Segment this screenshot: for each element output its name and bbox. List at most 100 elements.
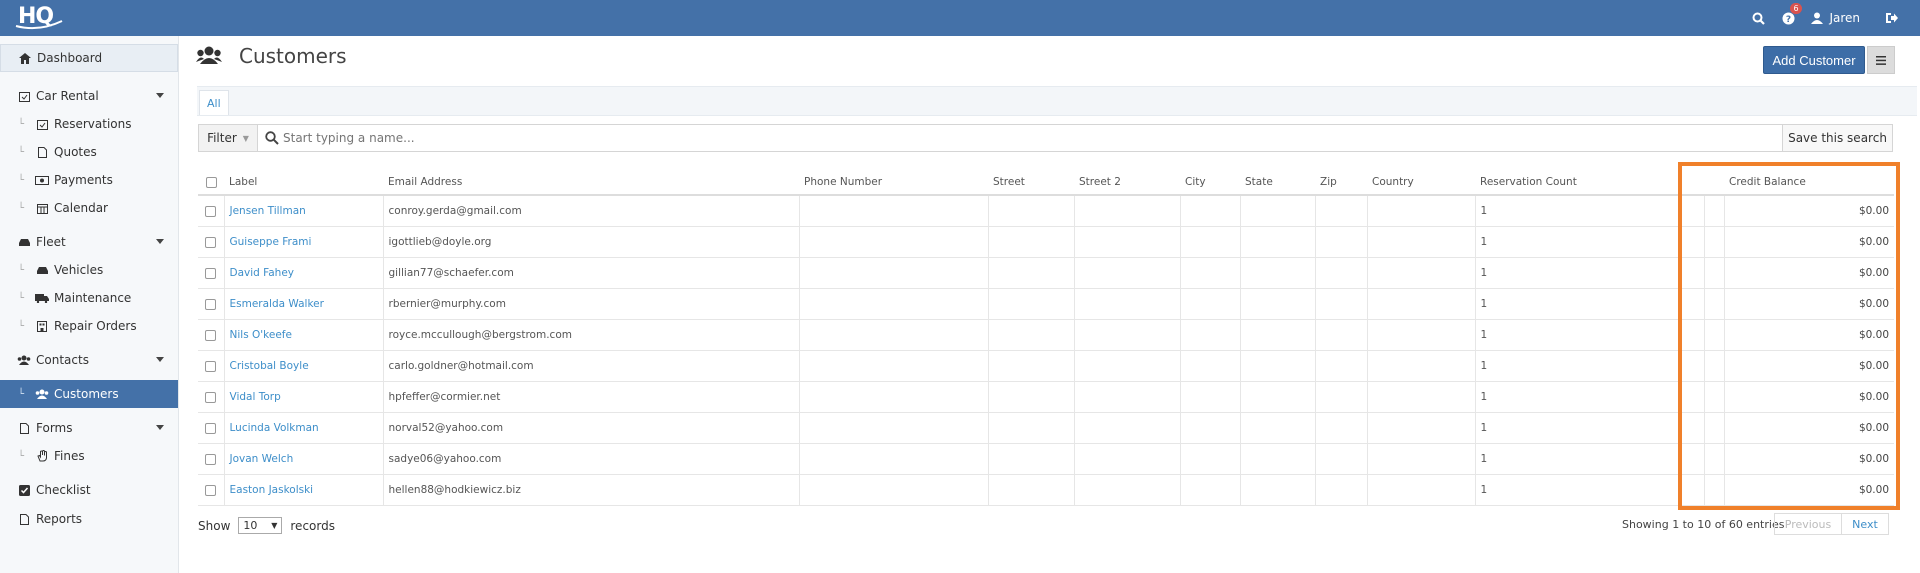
row-checkbox[interactable] [198,257,225,289]
sidebar-item-repair-orders[interactable]: └ Repair Orders [0,312,178,340]
table-row[interactable]: Cristobal Boyle carlo.goldner@hotmail.com… [198,350,1894,382]
label-cell[interactable]: Easton Jaskolski [224,474,384,506]
reservation-count-cell: 1 [1475,443,1705,475]
state-cell [1240,226,1316,258]
column-header[interactable]: Phone Number [799,170,988,196]
table-row[interactable]: Easton Jaskolski hellen88@hodkiewicz.biz 1… [198,474,1894,506]
table-row[interactable]: Vidal Torp hpfeffer@cormier.net 1 $0.00 [198,381,1894,413]
chevron-down-icon [156,357,164,362]
table-row[interactable]: Jensen Tillman conroy.gerda@gmail.com 1 $0.… [198,194,1894,227]
sidebar-item-maintenance[interactable]: └ Maintenance [0,284,178,312]
sidebar-item-car-rental[interactable]: Car Rental [0,82,178,110]
page-header: Customers Add Customer [179,36,1920,86]
previous-page-button[interactable]: Previous [1774,513,1842,535]
sidebar-item-forms[interactable]: Forms [0,414,178,442]
sidebar-item-vehicles[interactable]: └ Vehicles [0,256,178,284]
sidebar-item-reservations[interactable]: └ Reservations [0,110,178,138]
column-header[interactable]: Credit Balance [1724,170,1894,196]
row-checkbox[interactable] [198,443,225,475]
hamburger-icon [1876,55,1886,65]
filter-button[interactable]: Filter ▼ [199,125,258,151]
state-cell [1240,443,1316,475]
table-row[interactable]: Nils O'keefe royce.mccullough@bergstrom.c… [198,319,1894,351]
street2-cell [1074,288,1181,320]
user-menu[interactable]: Jaren [1811,11,1860,25]
country-cell [1367,288,1476,320]
zip-cell [1315,226,1368,258]
table-row[interactable]: David Fahey gillian77@schaefer.com 1 $0.00 [198,257,1894,289]
sidebar-item-customers[interactable]: └ Customers [0,380,178,408]
tab-bar: All [197,86,1917,116]
table-row[interactable]: Esmeralda Walker rbernier@murphy.com 1 $0.0… [198,288,1894,320]
street-cell [988,288,1075,320]
row-checkbox[interactable] [198,319,225,351]
phone-cell [799,474,989,506]
sidebar-item-label: Repair Orders [54,319,137,333]
sidebar-item-label: Fines [54,449,85,463]
sidebar-item-fleet[interactable]: Fleet [0,228,178,256]
state-cell [1240,288,1316,320]
label-cell[interactable]: Guiseppe Frami [224,226,384,258]
sidebar-item-dashboard[interactable]: Dashboard [0,44,178,72]
sidebar-item-label: Checklist [36,483,91,497]
chevron-down-icon [156,239,164,244]
search-icon[interactable] [1743,0,1773,36]
label-cell[interactable]: Vidal Torp [224,381,384,413]
label-cell[interactable]: David Fahey [224,257,384,289]
users-icon [16,355,32,365]
money-icon [34,175,50,185]
add-customer-button[interactable]: Add Customer [1763,46,1865,74]
row-checkbox[interactable] [198,226,225,258]
column-header[interactable]: Country [1367,170,1475,196]
row-checkbox[interactable] [198,381,225,413]
help-icon[interactable]: ? 6 [1773,0,1803,36]
sidebar-item-checklist[interactable]: Checklist [0,476,178,504]
table-row[interactable]: Guiseppe Frami igottlieb@doyle.org 1 $0.00 [198,226,1894,258]
row-checkbox[interactable] [198,350,225,382]
select-all-checkbox[interactable] [198,170,224,196]
sidebar-item-calendar[interactable]: └ Calendar [0,194,178,222]
label-cell[interactable]: Lucinda Volkman [224,412,384,444]
table-row[interactable]: Jovan Welch sadye06@yahoo.com 1 $0.00 [198,443,1894,475]
sidebar-item-reports[interactable]: Reports [0,505,178,533]
column-header[interactable]: Street 2 [1074,170,1180,196]
sidebar-item-quotes[interactable]: └ Quotes [0,138,178,166]
row-checkbox[interactable] [198,194,225,227]
page-length-select[interactable]: 10 ▼ [238,517,283,534]
logout-icon[interactable] [1876,0,1906,36]
row-checkbox[interactable] [198,412,225,444]
country-cell [1367,412,1476,444]
credit-balance-cell: $0.00 [1724,288,1894,320]
column-header[interactable]: Email Address [383,170,799,196]
column-header[interactable]: Label [224,170,383,196]
column-header[interactable]: Street [988,170,1074,196]
tab-all[interactable]: All [199,90,229,115]
label-cell[interactable]: Cristobal Boyle [224,350,384,382]
sidebar-item-payments[interactable]: └ Payments [0,166,178,194]
menu-button[interactable] [1867,46,1895,74]
reservation-count-cell: 1 [1475,474,1705,506]
column-header[interactable]: City [1180,170,1240,196]
street2-cell [1074,226,1181,258]
column-header[interactable]: Zip [1315,170,1367,196]
row-checkbox[interactable] [198,288,225,320]
column-header[interactable]: Reservation Count [1475,170,1704,196]
sidebar-item-contacts[interactable]: Contacts [0,346,178,374]
sidebar-item-fines[interactable]: └ Fines [0,442,178,470]
row-checkbox[interactable] [198,474,225,506]
city-cell [1180,288,1241,320]
column-header[interactable]: State [1240,170,1315,196]
city-cell [1180,474,1241,506]
search-input[interactable] [283,127,1753,149]
main-content: Customers Add Customer All Filter ▼ Save… [179,36,1920,573]
search-icon [265,131,279,145]
save-search-button[interactable]: Save this search [1782,125,1892,151]
label-cell[interactable]: Nils O'keefe [224,319,384,351]
next-page-button[interactable]: Next [1842,513,1889,535]
label-cell[interactable]: Jensen Tillman [224,194,384,227]
country-cell [1367,194,1476,227]
table-row[interactable]: Lucinda Volkman norval52@yahoo.com 1 $0.00 [198,412,1894,444]
sidebar-item-label: Vehicles [54,263,104,277]
label-cell[interactable]: Jovan Welch [224,443,384,475]
label-cell[interactable]: Esmeralda Walker [224,288,384,320]
